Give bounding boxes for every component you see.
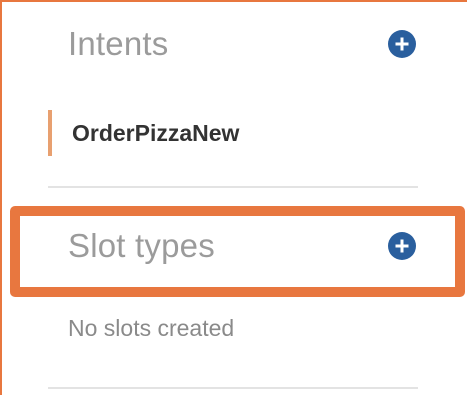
no-slots-message: No slots created [68,315,235,341]
section-divider [48,387,418,389]
intent-item-label: OrderPizzaNew [72,119,240,146]
add-slot-type-button[interactable] [388,232,416,260]
intents-title: Intents [68,25,169,62]
slot-types-section-header: Slot types [48,216,418,276]
add-intent-button[interactable] [388,30,416,58]
intent-item-orderpizzanew[interactable]: OrderPizzaNew [48,110,418,156]
sidebar-panel: Intents OrderPizzaNew Slot types No slot… [0,0,467,395]
intents-section-header: Intents [48,14,418,74]
section-divider [48,186,418,188]
slot-types-title: Slot types [68,227,215,264]
plus-circle-icon [395,239,409,253]
plus-circle-icon [395,37,409,51]
